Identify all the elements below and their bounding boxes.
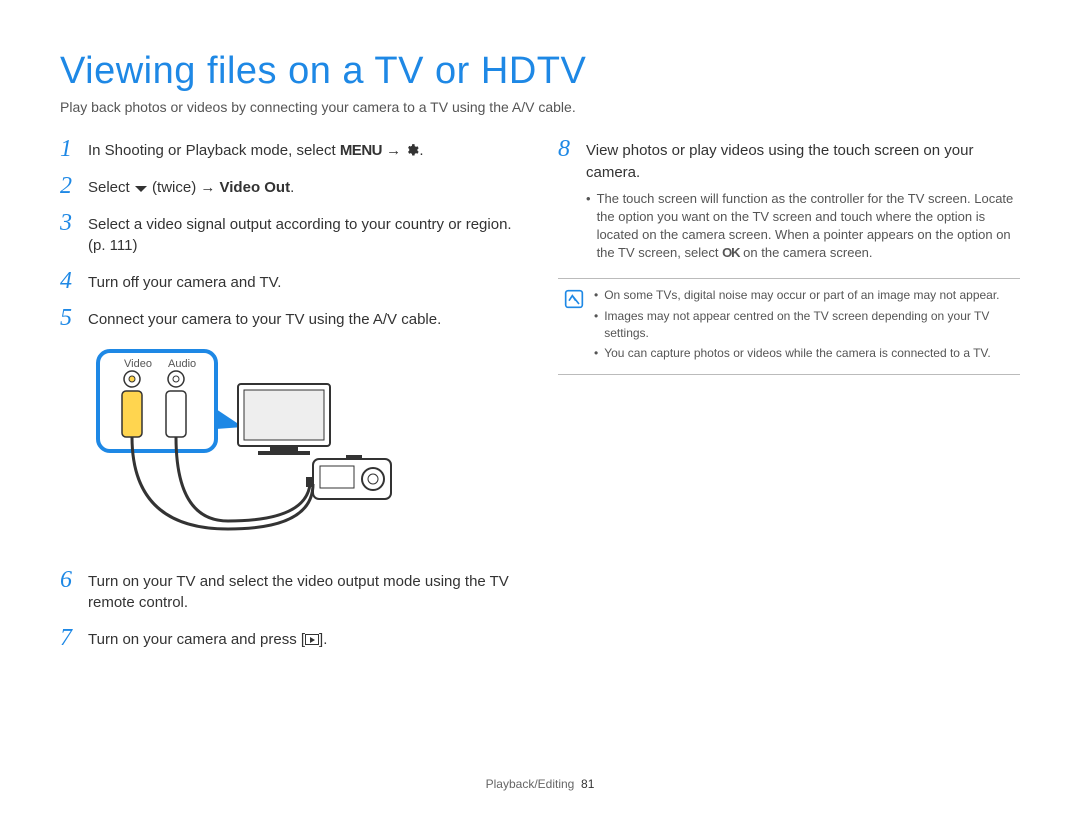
step-text-mid: (twice) →: [148, 179, 220, 196]
page-number: 81: [581, 777, 594, 791]
list-item: You can capture photos or videos while t…: [594, 345, 1014, 362]
menu-icon: MENU: [340, 142, 382, 159]
step-text: View photos or play videos using the tou…: [586, 142, 973, 181]
step-2: 2 Select (twice) → Video Out.: [60, 174, 522, 199]
step-text: In Shooting or Playback mode, select: [88, 142, 340, 159]
ok-icon: OK: [722, 245, 740, 260]
note-box: On some TVs, digital noise may occur or …: [558, 278, 1020, 375]
right-column: 8 View photos or play videos using the t…: [558, 137, 1020, 663]
audio-label: Audio: [168, 358, 196, 370]
page-title: Viewing files on a TV or HDTV: [60, 50, 1020, 93]
step-number: 2: [60, 174, 78, 198]
step-text-after: .: [419, 142, 423, 159]
connection-diagram: Video Audio: [88, 349, 408, 549]
step-7: 7 Turn on your camera and press [].: [60, 626, 522, 651]
steps-list-left-2: 6 Turn on your TV and select the video o…: [60, 568, 522, 651]
step-number: 7: [60, 626, 78, 650]
steps-list-left: 1 In Shooting or Playback mode, select M…: [60, 137, 522, 331]
video-label: Video: [124, 358, 152, 370]
list-item: Images may not appear centred on the TV …: [594, 308, 1014, 343]
step-3: 3 Select a video signal output according…: [60, 211, 522, 258]
step-text: Select a video signal output according t…: [88, 211, 522, 258]
note-list: On some TVs, digital noise may occur or …: [594, 287, 1014, 366]
gear-icon: [405, 143, 419, 157]
arrow: →: [382, 142, 405, 159]
step-8: 8 View photos or play videos using the t…: [558, 137, 1020, 264]
step-number: 8: [558, 137, 576, 161]
step-number: 5: [60, 306, 78, 330]
step-6: 6 Turn on your TV and select the video o…: [60, 568, 522, 615]
step-text: Connect your camera to your TV using the…: [88, 306, 522, 331]
step-text: Turn on your TV and select the video out…: [88, 568, 522, 615]
list-item: On some TVs, digital noise may occur or …: [594, 287, 1014, 304]
step-text: Turn off your camera and TV.: [88, 269, 522, 294]
playback-icon: [305, 634, 319, 645]
video-out-label: Video Out: [220, 179, 291, 196]
step-text-after: .: [290, 179, 294, 196]
step-8-bullets: The touch screen will function as the co…: [586, 190, 1020, 263]
content-columns: 1 In Shooting or Playback mode, select M…: [60, 137, 1020, 663]
step-number: 4: [60, 269, 78, 293]
step-text: Turn on your camera and press [: [88, 631, 305, 648]
step-number: 1: [60, 137, 78, 161]
note-icon: [564, 289, 584, 309]
list-item: The touch screen will function as the co…: [586, 190, 1020, 263]
step-text-after: ].: [319, 631, 327, 648]
page-footer: Playback/Editing 81: [0, 777, 1080, 791]
footer-section: Playback/Editing: [486, 777, 575, 791]
step-number: 6: [60, 568, 78, 592]
steps-list-right: 8 View photos or play videos using the t…: [558, 137, 1020, 264]
step-4: 4 Turn off your camera and TV.: [60, 269, 522, 294]
left-column: 1 In Shooting or Playback mode, select M…: [60, 137, 522, 663]
step-5: 5 Connect your camera to your TV using t…: [60, 306, 522, 331]
bullet-text-post: on the camera screen.: [740, 245, 873, 260]
step-number: 3: [60, 211, 78, 235]
chevron-down-icon: [134, 184, 148, 194]
intro-text: Play back photos or videos by connecting…: [60, 99, 1020, 115]
step-1: 1 In Shooting or Playback mode, select M…: [60, 137, 522, 162]
step-text: Select: [88, 179, 134, 196]
